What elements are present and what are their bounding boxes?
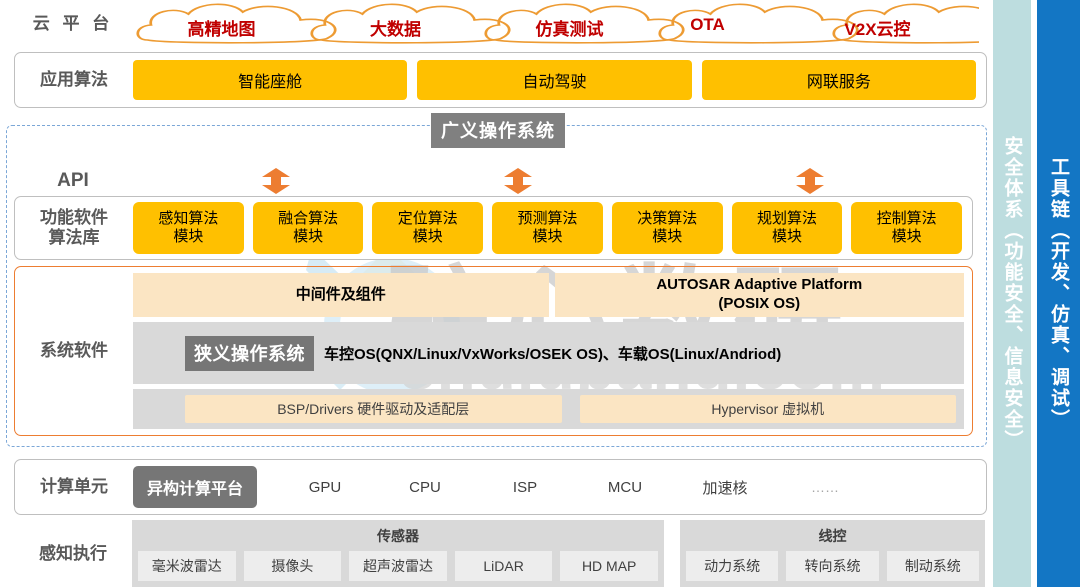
- algorithm-module-1-line1: 融合算法: [278, 210, 339, 227]
- application-boxes: 智能座舱 自动驾驶 网联服务: [133, 60, 986, 100]
- up-down-arrow-icon-2: [504, 168, 532, 194]
- system-software-label: 系统软件: [40, 341, 108, 361]
- algorithm-module-3[interactable]: 预测算法 模块: [492, 202, 603, 254]
- os-line: 狭义操作系统 车控OS(QNX/Linux/VxWorks/OSEK OS)、车…: [133, 322, 964, 384]
- sensor-item-0[interactable]: 毫米波雷达: [138, 551, 236, 581]
- drive-by-wire-items: 动力系统 转向系统 制动系统: [686, 551, 979, 581]
- functional-software-label-line1: 功能软件: [40, 208, 108, 228]
- os-list-text: 车控OS(QNX/Linux/VxWorks/OSEK OS)、车载OS(Lin…: [324, 345, 782, 363]
- sensor-item-2[interactable]: 超声波雷达: [349, 551, 447, 581]
- algorithm-module-1-line2: 模块: [293, 228, 324, 245]
- compute-item-0[interactable]: GPU: [275, 479, 375, 496]
- algorithm-module-5-line1: 规划算法: [756, 210, 817, 227]
- algorithm-module-2-line1: 定位算法: [397, 210, 458, 227]
- perception-execution-row: 感知执行 传感器 毫米波雷达 摄像头 超声波雷达 LiDAR HD MAP 线控…: [14, 520, 985, 587]
- cloud-platform-label: 云 平 台: [32, 14, 114, 34]
- api-label: API: [57, 170, 89, 192]
- safety-system-sidebar-label: 安全体系（功能安全、信息安全）: [1001, 136, 1023, 451]
- application-item-1[interactable]: 自动驾驶: [417, 60, 692, 100]
- perception-groups: 传感器 毫米波雷达 摄像头 超声波雷达 LiDAR HD MAP 线控 动力系统…: [132, 520, 985, 587]
- sensor-group: 传感器 毫米波雷达 摄像头 超声波雷达 LiDAR HD MAP: [132, 520, 664, 587]
- autosar-line1: AUTOSAR Adaptive Platform: [656, 276, 863, 294]
- safety-system-sidebar[interactable]: 安全体系（功能安全、信息安全）: [993, 0, 1031, 587]
- bsp-hypervisor-line: BSP/Drivers 硬件驱动及适配层 Hypervisor 虚拟机: [133, 389, 964, 429]
- toolchain-sidebar-label: 工具链（开发、仿真、调试）: [1048, 157, 1069, 430]
- toolchain-sidebar[interactable]: 工具链（开发、仿真、调试）: [1037, 0, 1080, 587]
- bsp-cell[interactable]: BSP/Drivers 硬件驱动及适配层: [185, 395, 562, 423]
- compute-unit-label: 计算单元: [40, 477, 108, 497]
- drive-by-wire-group: 线控 动力系统 转向系统 制动系统: [680, 520, 985, 587]
- application-item-2[interactable]: 网联服务: [701, 60, 976, 100]
- algorithm-module-0-line2: 模块: [173, 228, 204, 245]
- sensor-group-title: 传感器: [377, 528, 419, 544]
- sensor-item-4[interactable]: HD MAP: [560, 551, 658, 581]
- application-algorithm-row: 应用算法 智能座舱 自动驾驶 网联服务: [14, 52, 987, 108]
- cloud-item-1[interactable]: 大数据: [308, 15, 483, 40]
- algorithm-module-0-line1: 感知算法: [158, 210, 219, 227]
- compute-item-5: ……: [811, 479, 840, 495]
- functional-software-label: 功能软件 算法库: [15, 197, 133, 259]
- compute-item-2[interactable]: ISP: [475, 479, 575, 496]
- functional-software-row: 功能软件 算法库 感知算法 模块 融合算法 模块 定位算法 模块 预测算法 模块…: [14, 196, 973, 260]
- algorithm-module-2-line2: 模块: [412, 228, 443, 245]
- middleware-cell[interactable]: 中间件及组件: [133, 273, 549, 317]
- algorithm-modules: 感知算法 模块 融合算法 模块 定位算法 模块 预测算法 模块 决策算法 模块 …: [133, 202, 972, 254]
- cloud-item-3[interactable]: OTA: [620, 15, 795, 35]
- application-item-0[interactable]: 智能座舱: [133, 60, 408, 100]
- architecture-diagram: 云 平 台 高精地图 大数据 仿真测试 OTA V2X云控 应用算法 智能座舱 …: [0, 0, 1080, 587]
- algorithm-module-6-line2: 模块: [891, 228, 922, 245]
- compute-items: GPU CPU ISP MCU 加速核 ……: [275, 477, 986, 498]
- drive-item-2[interactable]: 制动系统: [886, 551, 979, 581]
- functional-software-label-line2: 算法库: [48, 228, 100, 247]
- cloud-item-4[interactable]: V2X云控: [790, 15, 965, 40]
- application-algorithm-label: 应用算法: [40, 70, 108, 90]
- algorithm-module-3-line1: 预测算法: [517, 210, 578, 227]
- algorithm-module-5[interactable]: 规划算法 模块: [731, 202, 843, 254]
- autosar-cell[interactable]: AUTOSAR Adaptive Platform (POSIX OS): [554, 273, 964, 317]
- algorithm-module-0[interactable]: 感知算法 模块: [133, 202, 244, 254]
- system-software-stack: 中间件及组件 AUTOSAR Adaptive Platform (POSIX …: [133, 267, 972, 435]
- algorithm-module-3-line2: 模块: [532, 228, 563, 245]
- narrow-os-badge: 狭义操作系统: [185, 335, 314, 371]
- algorithm-module-6-line1: 控制算法: [876, 210, 937, 227]
- up-down-arrow-icon-1: [262, 168, 290, 194]
- compute-item-3[interactable]: MCU: [575, 479, 675, 496]
- sensor-items: 毫米波雷达 摄像头 超声波雷达 LiDAR HD MAP: [138, 551, 658, 581]
- autosar-line2: (POSIX OS): [718, 295, 801, 312]
- up-down-arrow-icon-3: [796, 168, 824, 194]
- algorithm-module-6[interactable]: 控制算法 模块: [851, 202, 963, 254]
- drive-item-1[interactable]: 转向系统: [786, 551, 879, 581]
- cloud-platform-row: 云 平 台 高精地图 大数据 仿真测试 OTA V2X云控: [0, 0, 985, 48]
- hypervisor-cell[interactable]: Hypervisor 虚拟机: [579, 395, 956, 423]
- algorithm-module-1[interactable]: 融合算法 模块: [252, 202, 364, 254]
- drive-item-0[interactable]: 动力系统: [686, 551, 779, 581]
- sensor-item-1[interactable]: 摄像头: [243, 551, 342, 581]
- sensor-item-3[interactable]: LiDAR: [454, 551, 553, 581]
- middleware-line: 中间件及组件 AUTOSAR Adaptive Platform (POSIX …: [133, 273, 964, 317]
- algorithm-module-4-line1: 决策算法: [637, 210, 698, 227]
- algorithm-module-4-line2: 模块: [652, 228, 683, 245]
- system-software-row: 系统软件 中间件及组件 AUTOSAR Adaptive Platform (P…: [14, 266, 973, 436]
- compute-unit-row: 计算单元 异构计算平台 GPU CPU ISP MCU 加速核 ……: [14, 459, 987, 515]
- compute-item-1[interactable]: CPU: [375, 479, 475, 496]
- broad-os-badge: 广义操作系统: [431, 113, 565, 148]
- algorithm-module-2[interactable]: 定位算法 模块: [372, 202, 484, 254]
- algorithm-module-5-line2: 模块: [771, 228, 802, 245]
- compute-item-4[interactable]: 加速核: [675, 477, 775, 498]
- cloud-item-0[interactable]: 高精地图: [134, 15, 309, 40]
- drive-by-wire-group-title: 线控: [818, 528, 847, 544]
- perception-execution-label: 感知执行: [39, 543, 107, 563]
- algorithm-module-4[interactable]: 决策算法 模块: [611, 202, 723, 254]
- heterogeneous-compute-badge[interactable]: 异构计算平台: [133, 466, 258, 508]
